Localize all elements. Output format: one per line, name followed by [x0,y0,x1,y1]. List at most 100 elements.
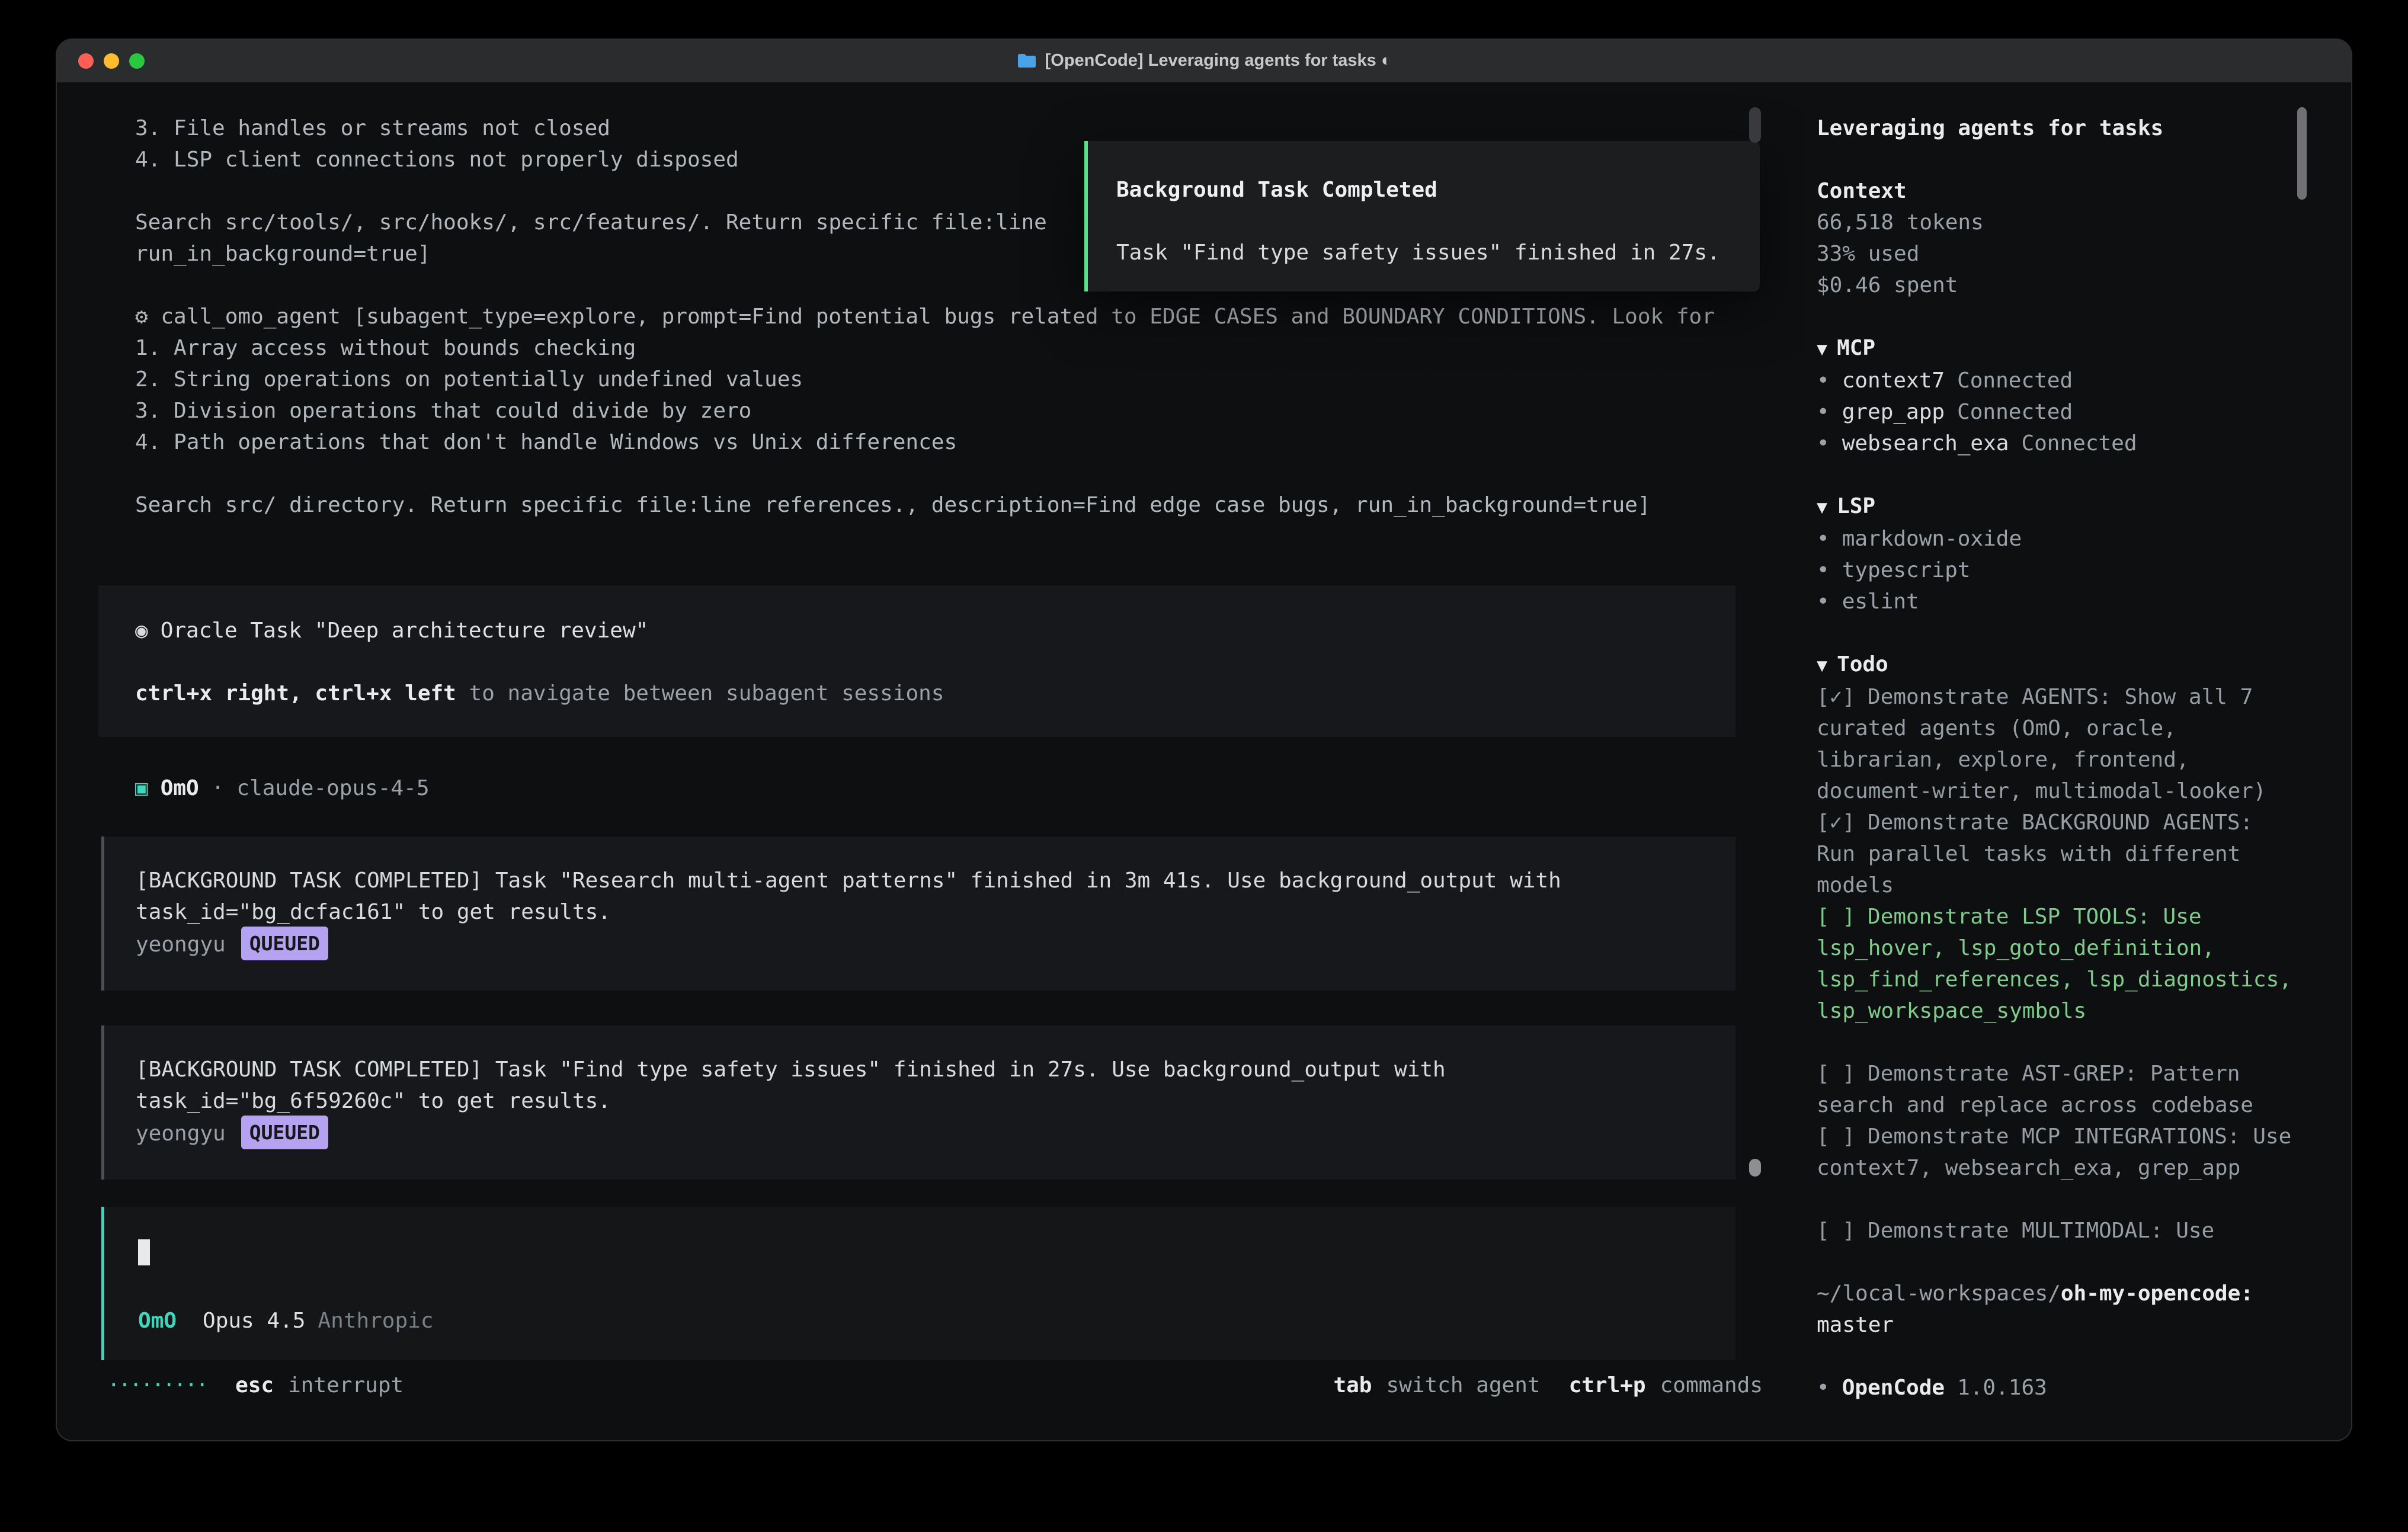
bullet-icon: • [1817,558,1830,582]
context-tokens: 66,518 tokens [1817,207,2297,238]
input-provider: Anthropic [318,1309,433,1333]
folder-icon [1017,53,1037,69]
todo-item: [ ]Demonstrate MULTIMODAL: Use [1817,1215,2297,1246]
message-author: yeongyu [136,1121,226,1146]
checkbox-empty-icon: [ ] [1817,905,1855,929]
commands-hint: ctrl+p commands [1569,1370,1763,1401]
app-name: OpenCode [1842,1376,1945,1400]
mcp-status: Connected [1957,368,2073,393]
notification-body: Task "Find type safety issues" finished … [1116,237,1760,268]
mcp-section: ▼ MCP •context7Connected •grep_appConnect… [1817,332,2297,459]
oracle-title-row: ◉ Oracle Task "Deep architecture review" [135,615,1712,646]
lsp-item: •typescript [1817,555,2297,586]
session-title: Leveraging agents for tasks [1817,113,2297,144]
lsp-section: ▼ LSP •markdown-oxide •typescript •eslint [1817,491,2297,617]
lsp-item: •eslint [1817,586,2297,617]
mcp-item: •grep_appConnected [1817,396,2297,428]
background-task-message: [BACKGROUND TASK COMPLETED] Task "Resear… [101,836,1735,991]
background-task-message: [BACKGROUND TASK COMPLETED] Task "Find t… [101,1025,1735,1180]
checkbox-checked-icon: [✓] [1817,685,1855,709]
context-used: 33% used [1817,238,2297,270]
prompt-input[interactable]: OmO Opus 4.5 Anthropic [101,1207,1735,1360]
agent-name: OmO [161,776,199,800]
text-cursor [138,1239,150,1265]
bullet-icon: • [1817,368,1830,393]
close-button[interactable] [78,53,94,69]
lsp-heading-label: LSP [1837,494,1875,518]
input-model: Opus 4.5 [203,1309,305,1333]
mcp-status: Connected [2021,431,2137,456]
mcp-heading-label: MCP [1837,336,1875,360]
bullet-icon: • [1817,527,1830,551]
traffic-lights [57,53,145,69]
minimize-button[interactable] [104,53,119,69]
agent-session-header: ▣ OmO · claude-opus-4-5 [135,773,430,804]
checkbox-checked-icon: [✓] [1817,810,1855,835]
todo-item: [✓]Demonstrate AGENTS: Show all 7 curate… [1817,681,2297,807]
oracle-icon: ◉ [135,618,148,643]
message-text: [BACKGROUND TASK COMPLETED] Task "Resear… [136,865,1617,928]
ctrl-p-key: ctrl+p [1569,1370,1646,1401]
collapse-arrow-icon: ▼ [1817,339,1827,360]
main-scrollbar-thumb[interactable] [1749,1159,1761,1177]
commands-label: commands [1660,1370,1763,1401]
oracle-title: Oracle Task "Deep architecture review" [161,618,649,643]
oracle-hint: ctrl+x right, ctrl+x left to navigate be… [135,678,1712,709]
context-section: Context 66,518 tokens 33% used $0.46 spe… [1817,175,2297,301]
oracle-hint-text: to navigate between subagent sessions [456,681,944,706]
terminal-window: [OpenCode] Leveraging agents for tasks ◐… [57,40,2351,1440]
sidebar: Leveraging agents for tasks Context 66,5… [1794,83,2351,1440]
bullet-icon: • [1817,400,1830,424]
background-task-notification[interactable]: Background Task Completed Task "Find typ… [1084,141,1760,291]
sidebar-scrollbar-thumb[interactable] [2297,107,2307,200]
mcp-heading: ▼ MCP [1817,332,2297,365]
tab-label: switch agent [1386,1370,1540,1401]
todo-item: [ ]Demonstrate AST-GREP: Pattern search … [1817,1058,2297,1121]
mcp-item: •context7Connected [1817,365,2297,396]
main-scrollbar-segment[interactable] [1749,107,1761,143]
lsp-heading: ▼ LSP [1817,491,2297,523]
message-author: yeongyu [136,932,226,957]
zoom-button[interactable] [129,53,145,69]
queued-badge: QUEUED [241,1116,328,1149]
todo-item: [ ]Demonstrate LSP TOOLS: Use lsp_hover,… [1817,901,2297,1027]
collapse-arrow-icon: ▼ [1817,655,1827,676]
bullet-icon: • [1817,431,1830,456]
todo-item: [✓]Demonstrate BACKGROUND AGENTS: Run pa… [1817,807,2297,901]
checkbox-empty-icon: [ ] [1817,1124,1855,1149]
titlebar[interactable]: [OpenCode] Leveraging agents for tasks ◐ [57,40,2351,83]
app-version-footer: • OpenCode 1.0.163 [1817,1372,2297,1403]
window-title-text: [OpenCode] Leveraging agents for tasks ◐ [1045,51,1392,70]
window-title: [OpenCode] Leveraging agents for tasks ◐ [57,40,2351,82]
todo-item: [ ]Demonstrate MCP INTEGRATIONS: Use con… [1817,1121,2297,1184]
bullet-icon: • [1817,1376,1830,1400]
statusbar-left: ········· escinterrupt [107,1370,404,1401]
agent-separator: · [212,776,225,800]
workspace-branch: master [1817,1309,2297,1341]
collapse-arrow-icon: ▼ [1817,497,1827,518]
oracle-hint-keys: ctrl+x right, ctrl+x left [135,681,456,706]
input-agent: OmO [138,1309,177,1333]
mcp-status: Connected [1957,400,2073,424]
workspace-path: ~/local-workspaces/oh-my-opencode: maste… [1817,1278,2297,1341]
checkbox-empty-icon: [ ] [1817,1219,1855,1243]
tab-hint: tab switch agent [1333,1370,1540,1401]
tab-key: tab [1333,1370,1372,1401]
esc-key: esc [235,1370,274,1401]
agent-model: claude-opus-4-5 [236,776,429,800]
notification-title: Background Task Completed [1116,174,1760,206]
app-version: 1.0.163 [1957,1376,2047,1400]
todo-heading: ▼Todo [1817,649,2297,681]
message-footer: yeongyu QUEUED [136,928,1735,961]
message-footer: yeongyu QUEUED [136,1117,1735,1150]
oracle-task-banner: ◉Oracle Task "Deep architecture review" … [98,585,1735,737]
queued-badge: QUEUED [241,927,328,960]
checkbox-empty-icon: [ ] [1817,1062,1855,1086]
lsp-item: •markdown-oxide [1817,523,2297,555]
omo-agent-icon: ▣ [135,776,148,800]
bullet-icon: • [1817,589,1830,614]
context-heading: Context [1817,175,2297,207]
todo-section: ▼Todo [✓]Demonstrate AGENTS: Show all 7 … [1817,649,2297,1246]
mcp-item: •websearch_exaConnected [1817,428,2297,459]
statusbar-right: tab switch agent ctrl+p commands [1333,1370,1763,1401]
